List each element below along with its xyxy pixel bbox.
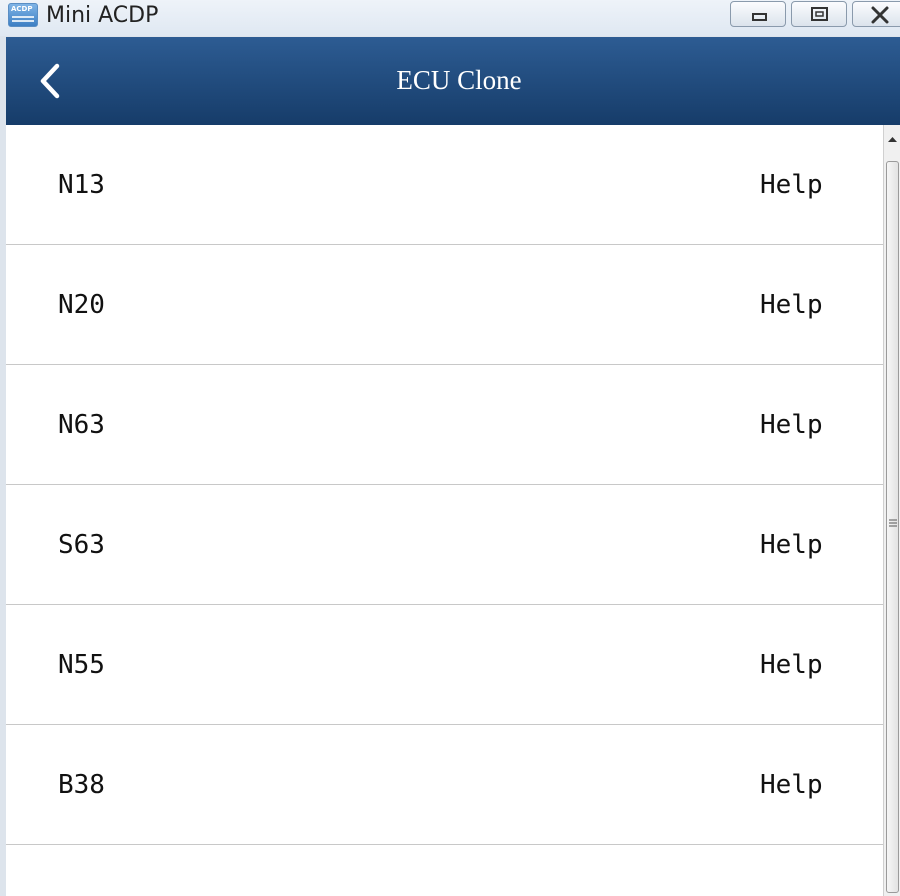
close-button[interactable] [852,1,900,27]
help-button[interactable]: Help [760,365,823,485]
page-title: ECU Clone [396,65,522,95]
list-item-label: N55 [58,650,105,680]
close-icon [871,6,889,24]
app-header: ECU Clone [6,37,900,125]
help-button[interactable]: Help [760,485,823,605]
list-item[interactable]: S63 Help [6,485,883,605]
app-logo-stripe [12,20,34,22]
ecu-list: N13 Help N20 Help N63 Help S63 Help N55 … [6,125,883,896]
grip-icon [889,519,897,527]
list-item[interactable]: N20 Help [6,245,883,365]
maximize-icon [811,7,828,21]
list-item-label: S63 [58,530,105,560]
list-item-label: B38 [58,770,105,800]
app-logo-stripe [12,16,34,18]
list-item-label: N13 [58,170,105,200]
maximize-button[interactable] [791,1,847,27]
scrollbar-thumb[interactable] [886,161,899,893]
chevron-left-icon [40,63,60,99]
minimize-button[interactable] [730,1,786,27]
app-window: ACDP Mini ACDP ECU Clone N13 Help N20 He… [0,0,900,896]
back-button[interactable] [26,55,76,107]
list-item[interactable]: N55 Help [6,605,883,725]
help-button[interactable]: Help [760,245,823,365]
list-item[interactable]: N13 Help [6,125,883,245]
minimize-icon [752,13,767,21]
window-title: Mini ACDP [46,3,159,28]
app-logo-icon: ACDP [8,3,38,27]
list-item[interactable]: N63 Help [6,365,883,485]
arrow-up-icon [888,137,897,142]
window-titlebar[interactable]: ACDP Mini ACDP [0,0,900,36]
list-item[interactable]: B38 Help [6,725,883,845]
help-button[interactable]: Help [760,725,823,845]
app-logo-label: ACDP [11,5,33,13]
vertical-scrollbar[interactable] [883,125,900,896]
scroll-up-button[interactable] [884,125,900,159]
list-item-label: N63 [58,410,105,440]
help-button[interactable]: Help [760,605,823,725]
help-button[interactable]: Help [760,125,823,245]
list-item-label: N20 [58,290,105,320]
